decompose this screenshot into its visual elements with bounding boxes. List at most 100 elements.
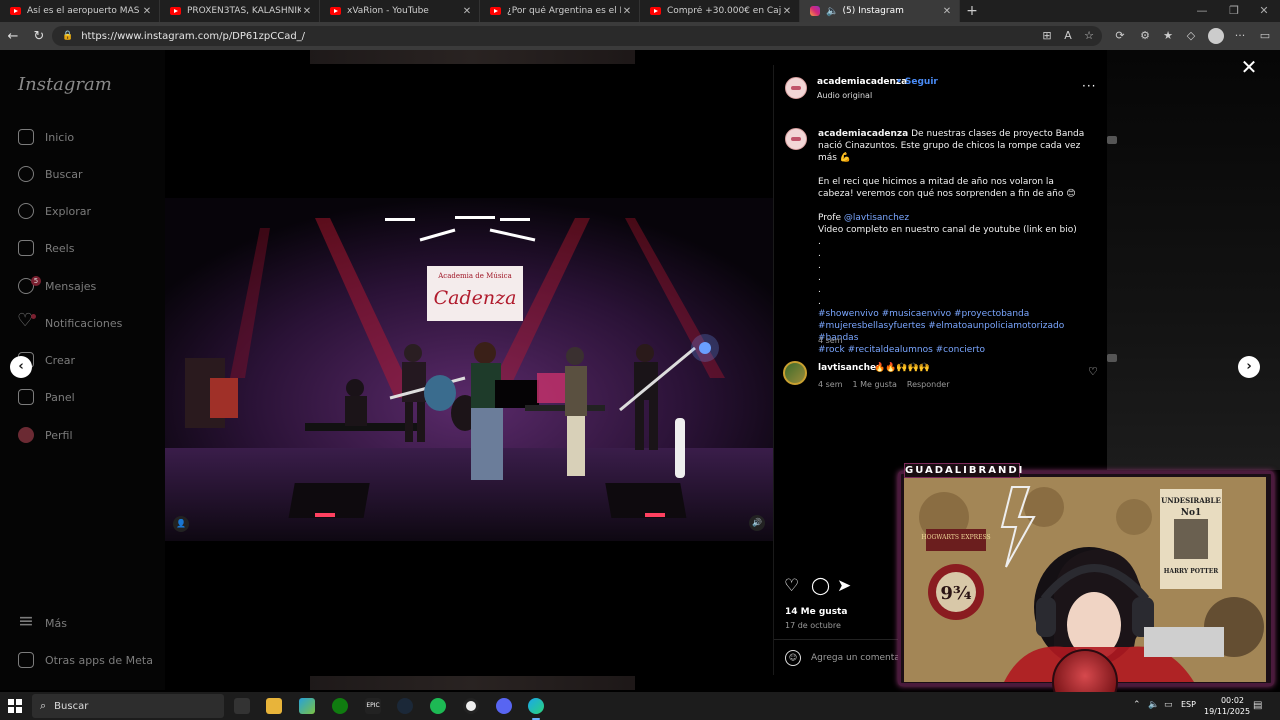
close-icon[interactable]: ✕ [1240,57,1258,77]
next-post-button[interactable]: › [1238,356,1260,378]
post-username[interactable]: academiacadenza [817,77,907,87]
post-video[interactable]: Academia de Música Cadenza [165,198,773,541]
taskbar-search-label: Buscar [54,700,89,712]
browser-essentials-icon[interactable]: ◇ [1183,28,1199,44]
hashtag-links[interactable]: #mujeresbellasyfuertes #elmatoaunpolicia… [818,320,1088,344]
user-tag-icon[interactable]: 👤 [173,516,189,532]
favorites-icon[interactable]: ★ [1160,28,1176,44]
nav-label: Más [45,616,67,630]
new-tab-button[interactable]: + [960,0,984,22]
audio-label[interactable]: Audio original [817,91,872,100]
read-aloud-icon[interactable]: A [1060,28,1076,44]
clock-date: 19/11/2025 [1204,707,1251,716]
minimize-icon[interactable]: — [1186,0,1218,22]
back-arrow-icon[interactable]: ← [0,29,26,44]
task-view-icon[interactable] [234,698,250,714]
tab-close-button[interactable]: ✕ [621,6,633,17]
hashtag-links[interactable]: #rock #recitaldealumnos #concierto [818,344,1088,356]
close-window-icon[interactable]: ✕ [1248,0,1280,22]
profile-avatar [18,427,34,443]
emoji-icon[interactable]: ☺ [785,650,801,666]
share-send-icon[interactable]: ➤ [837,578,851,595]
browser-tab[interactable]: Compré +30.000€ en Cajas Misteriosas ✕ [640,0,800,22]
steam-icon[interactable] [397,698,413,714]
store-app-icon[interactable] [299,698,315,714]
volume-tray-icon[interactable]: 🔈 [1148,700,1159,710]
browser-tab[interactable]: ¿Por qué Argentina es el Mejor País ✕ [480,0,640,22]
windows-start-icon[interactable] [8,699,22,713]
webcam-overlay: HOGWARTS EXPRESS 9¾ UNDESIRABLE No1 HARR… [896,463,1276,715]
refresh-extension-icon[interactable]: ⟳ [1112,28,1128,44]
follow-button[interactable]: • Seguir [896,77,938,87]
nav-item-perfil[interactable]: Perfil [18,426,73,444]
notification-icon[interactable]: ▤ [1253,700,1262,711]
poster-title: UNDESIRABLE [1161,496,1221,505]
comment-likes[interactable]: 1 Me gusta [853,380,897,389]
nav-item-reels[interactable]: Reels [18,239,74,257]
volume-icon[interactable]: 🔊 [749,515,765,531]
nav-label: Notificaciones [45,316,123,330]
chevron-up-icon[interactable]: ⌃ [1133,700,1141,710]
epic-games-icon[interactable]: EPIC [365,698,381,714]
browser-tab[interactable]: Así es el aeropuerto MÁS MODERNO ✕ [0,0,160,22]
extensions-icon[interactable]: ⚙ [1137,28,1153,44]
address-bar[interactable]: 🔒 https://www.instagram.com/p/DP61zpCCad… [52,26,1102,46]
file-explorer-icon[interactable] [266,698,282,714]
youtube-icon [170,7,181,15]
nav-item-panel[interactable]: Panel [18,388,75,406]
nav-item-meta-apps[interactable]: Otras apps de Meta [18,651,153,669]
youtube-icon [650,7,661,15]
more-options-icon[interactable]: ··· [1082,79,1096,93]
comment-time: 4 sem [818,380,843,389]
compass-icon [18,203,34,219]
nav-item-mas[interactable]: Más [18,610,67,632]
refresh-icon[interactable]: ↻ [26,29,52,44]
network-icon[interactable]: ▭ [1164,700,1173,710]
profile-avatar-icon[interactable] [1208,28,1224,44]
caption-username[interactable]: academiacadenza [818,129,908,139]
likes-count[interactable]: 14 Me gusta [785,607,847,617]
browser-tab[interactable]: xVaRion - YouTube ✕ [320,0,480,22]
follow-label: Seguir [904,77,938,87]
nav-item-explorar[interactable]: Explorar [18,202,91,220]
reply-button[interactable]: Responder [907,380,950,389]
speaker-icon[interactable]: 🔈 [826,6,838,17]
browser-tab[interactable]: PROXEN3TAS, KALÁSHNIKOV y G4 ✕ [160,0,320,22]
nav-item-notificaciones[interactable]: Notificaciones [17,310,123,332]
caption-avatar[interactable] [785,128,807,150]
clock[interactable]: 00:02 19/11/2025 [1204,695,1251,717]
discord-icon[interactable] [496,698,512,714]
language-indicator[interactable]: ESP [1181,700,1196,709]
mention-link[interactable]: @lavtisanchez [844,213,909,223]
comment-bubble-icon[interactable]: ◯ [811,578,830,595]
settings-more-icon[interactable]: ··· [1232,28,1248,44]
nav-item-mensajes[interactable]: 5 Mensajes [18,276,96,295]
tab-close-button[interactable]: ✕ [461,6,473,17]
comment-like-heart-icon[interactable]: ♡ [1088,365,1098,378]
tab-close-button[interactable]: ✕ [781,6,793,17]
xbox-icon[interactable] [332,698,348,714]
nav-item-inicio[interactable]: Inicio [18,128,74,146]
spotify-icon[interactable] [430,698,446,714]
favorite-star-icon[interactable]: ☆ [1081,28,1097,44]
comment-avatar[interactable] [783,361,807,385]
comment-username[interactable]: lavtisanchez [818,363,881,373]
hashtag-links[interactable]: #showenvivo #musicaenvivo #proyectobanda [818,308,1088,320]
account-avatar[interactable] [785,77,807,99]
tab-close-button[interactable]: ✕ [141,6,153,17]
maximize-icon[interactable]: ❐ [1218,0,1250,22]
taskbar-search[interactable]: ⌕ Buscar [32,694,224,718]
tab-close-button[interactable]: ✕ [941,6,953,17]
obs-icon[interactable] [463,698,479,714]
instagram-logo[interactable]: Instagram [18,74,112,95]
sidebar-toggle-icon[interactable]: ▭ [1257,28,1273,44]
browser-tab-active[interactable]: 🔈 (5) Instagram ✕ [800,0,960,22]
like-heart-icon[interactable]: ♡ [784,578,799,595]
app-available-icon[interactable]: ⊞ [1039,28,1055,44]
edge-browser-icon[interactable] [528,698,544,720]
tab-close-button[interactable]: ✕ [301,6,313,17]
instagram-icon [810,6,820,16]
previous-post-button[interactable]: ‹ [10,356,32,378]
tab-title: Así es el aeropuerto MÁS MODERNO [27,6,141,16]
nav-item-buscar[interactable]: Buscar [18,165,83,183]
